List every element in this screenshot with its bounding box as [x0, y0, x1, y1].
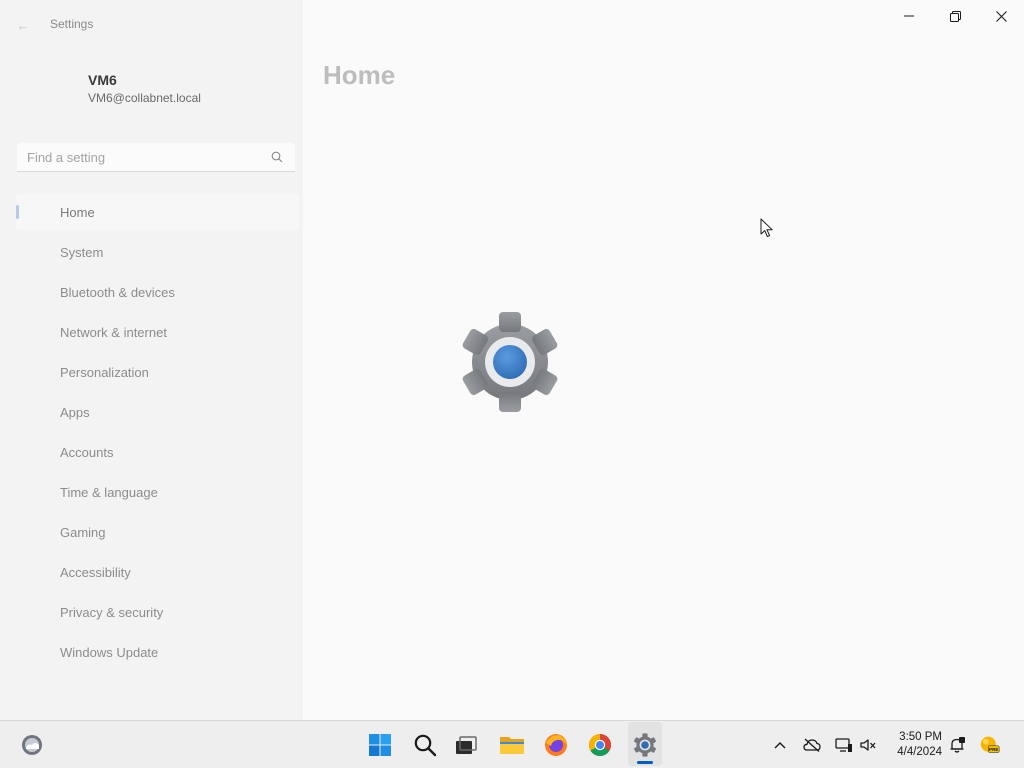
close-button[interactable]	[978, 0, 1024, 32]
svg-text:PRE: PRE	[989, 747, 998, 752]
back-arrow-icon: ←	[16, 17, 30, 33]
firefox-icon	[545, 734, 567, 756]
minimize-button[interactable]	[886, 0, 932, 32]
start-icon	[369, 734, 391, 756]
nav-item-label: Home	[60, 204, 95, 220]
nav-item-label: Time & language	[60, 484, 158, 500]
account-name: VM6	[88, 72, 117, 88]
app-title: Settings	[50, 17, 94, 31]
clock-time: 3:50 PM	[899, 731, 942, 743]
search-input[interactable]	[17, 143, 277, 171]
task-view-icon	[456, 736, 477, 754]
content-pane	[303, 0, 1024, 720]
nav-item-accounts[interactable]: Accounts	[16, 434, 299, 470]
search-box[interactable]	[17, 143, 295, 172]
settings-window: ← Settings VM6 VM6@collabnet.local Ho	[0, 0, 1024, 720]
nav-item-home[interactable]: Home	[16, 194, 299, 230]
settings-splash-gear-icon	[462, 312, 558, 412]
page-title: Home	[323, 60, 396, 90]
nav-item-network-internet[interactable]: Network & internet	[16, 314, 299, 350]
file-explorer-button[interactable]	[496, 729, 528, 761]
nav-item-label: Windows Update	[60, 644, 159, 660]
firefox-button[interactable]	[540, 729, 572, 761]
chrome-icon	[589, 734, 611, 756]
nav-item-label: Network & internet	[60, 324, 167, 340]
nav-item-label: System	[60, 244, 104, 260]
nav-item-label: Gaming	[60, 524, 106, 540]
volume-muted-icon	[860, 739, 876, 751]
file-explorer-icon	[500, 737, 524, 754]
taskbar-search-button[interactable]	[409, 729, 441, 761]
clock-date: 4/4/2024	[897, 746, 942, 758]
close-icon	[995, 10, 1007, 22]
title-bar[interactable]: ← Settings	[0, 0, 1024, 48]
nav-item-windows-update[interactable]: Windows Update	[16, 634, 299, 670]
start-button[interactable]	[364, 729, 396, 761]
nav-item-personalization[interactable]: Personalization	[16, 354, 299, 390]
back-button[interactable]: ←	[12, 14, 34, 36]
network-tray-button[interactable]	[834, 735, 854, 755]
onedrive-tray-button[interactable]	[802, 735, 822, 755]
nav-item-label: Accessibility	[60, 564, 131, 580]
nav-item-gaming[interactable]: Gaming	[16, 514, 299, 550]
chrome-button[interactable]	[584, 729, 616, 761]
active-app-indicator	[637, 761, 653, 764]
nav-item-label: Apps	[60, 404, 90, 420]
notifications-button[interactable]	[947, 735, 967, 755]
nav-item-label: Bluetooth & devices	[60, 284, 175, 300]
widgets-weather-icon	[22, 735, 42, 755]
show-hidden-icons-button[interactable]	[770, 735, 790, 755]
nav-item-accessibility[interactable]: Accessibility	[16, 554, 299, 590]
minimize-icon	[904, 15, 914, 17]
mouse-cursor-icon	[760, 218, 773, 238]
chevron-up-icon	[774, 742, 786, 749]
search-icon[interactable]	[271, 151, 283, 163]
taskbar: 3:50 PM 4/4/2024 PRE	[0, 720, 1024, 768]
widgets-button[interactable]	[16, 729, 48, 761]
nav-item-label: Personalization	[60, 364, 149, 380]
restore-button[interactable]	[932, 0, 978, 32]
nav-item-privacy-security[interactable]: Privacy & security	[16, 594, 299, 630]
task-view-button[interactable]	[450, 729, 482, 761]
onedrive-offline-icon	[803, 738, 821, 752]
nav-item-time-language[interactable]: Time & language	[16, 474, 299, 510]
copilot-button[interactable]: PRE	[980, 735, 1000, 755]
volume-tray-button[interactable]	[858, 735, 878, 755]
nav-item-apps[interactable]: Apps	[16, 394, 299, 430]
restore-icon	[949, 10, 961, 22]
nav-item-label: Accounts	[60, 444, 114, 460]
settings-icon	[634, 733, 656, 757]
search-icon	[414, 734, 437, 757]
network-display-icon	[835, 738, 852, 752]
notification-icon	[950, 737, 965, 753]
nav-item-label: Privacy & security	[60, 604, 164, 620]
nav-item-bluetooth-devices[interactable]: Bluetooth & devices	[16, 274, 299, 310]
nav-list: Home System Bluetooth & devices Network …	[16, 194, 299, 674]
settings-taskbar-button[interactable]	[629, 729, 661, 761]
copilot-pre-icon: PRE	[980, 736, 1000, 753]
taskbar-clock[interactable]: 3:50 PM 4/4/2024	[884, 730, 942, 760]
account-email: VM6@collabnet.local	[88, 91, 201, 105]
nav-item-system[interactable]: System	[16, 234, 299, 270]
